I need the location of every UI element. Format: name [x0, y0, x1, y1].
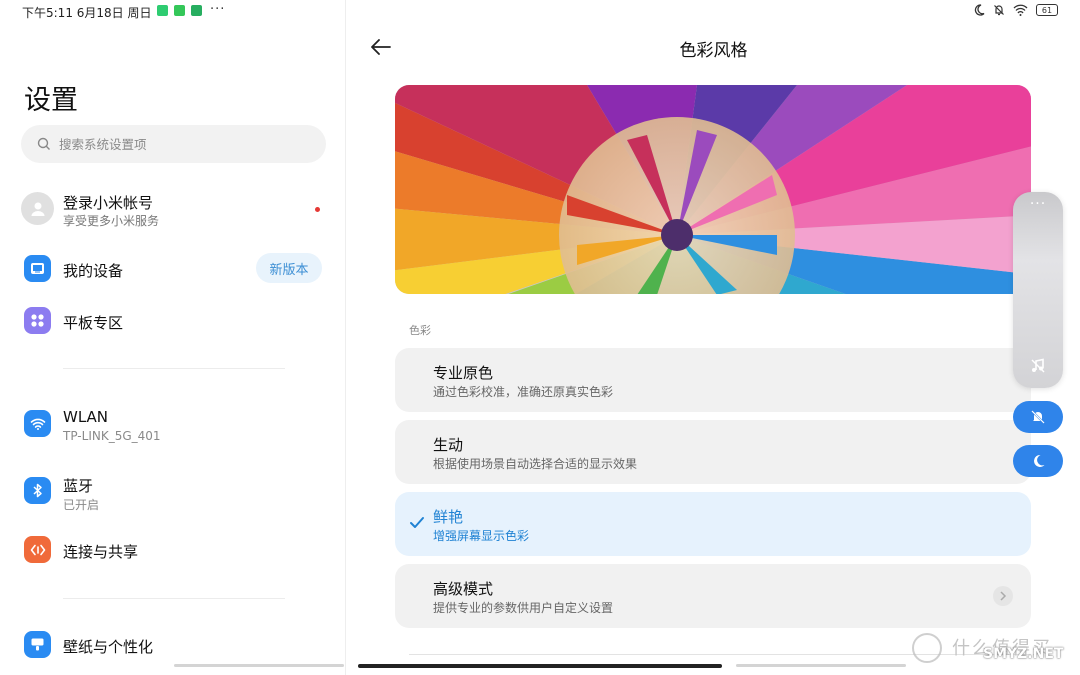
chevron-right-icon	[993, 586, 1013, 606]
sidebar-item-subtitle: TP-LINK_5G_401	[63, 429, 161, 443]
color-option-advanced[interactable]: 高级模式 提供专业的参数供用户自定义设置	[395, 564, 1031, 628]
sidebar-item-label: 蓝牙	[63, 477, 94, 495]
sidebar-item-label: 我的设备	[63, 262, 124, 280]
home-indicator-right	[736, 664, 906, 667]
color-style-panel: 色彩风格 色彩 专业原色 通过色彩校准，准确还原真实色彩 生动 根据使用场景自动…	[347, 0, 1080, 675]
watermark-site: SMYZ.NET	[983, 646, 1064, 662]
avatar	[21, 192, 54, 225]
checkmark-icon	[410, 517, 424, 528]
wifi-icon	[24, 410, 51, 437]
user-icon	[31, 202, 44, 216]
wallpaper-icon	[24, 631, 51, 658]
sidebar-item-tablet-zone[interactable]: 平板专区	[21, 301, 326, 341]
sidebar-item-connection-sharing[interactable]: 连接与共享	[21, 530, 326, 570]
watermark-logo	[912, 633, 942, 663]
option-title: 生动	[433, 436, 464, 454]
search-input[interactable]	[59, 136, 279, 152]
dark-mode-toggle-button[interactable]	[1013, 445, 1063, 477]
account-subtitle: 享受更多小米服务	[63, 214, 160, 228]
option-subtitle: 增强屏幕显示色彩	[433, 529, 530, 543]
home-indicator[interactable]	[358, 664, 722, 668]
option-title: 高级模式	[433, 580, 494, 598]
sidebar-item-label: 平板专区	[63, 314, 124, 332]
account-title: 登录小米帐号	[63, 194, 154, 212]
grid-icon	[24, 307, 51, 334]
home-indicator-left	[174, 664, 344, 667]
option-title: 鲜艳	[433, 508, 464, 526]
sidebar-item-label: 连接与共享	[63, 543, 139, 561]
divider	[63, 368, 285, 369]
notification-dot	[315, 207, 320, 212]
option-subtitle: 根据使用场景自动选择合适的显示效果	[433, 457, 638, 471]
color-option-vivid[interactable]: 生动 根据使用场景自动选择合适的显示效果	[395, 420, 1031, 484]
share-icon	[24, 536, 51, 563]
color-pencils-banner	[395, 85, 1031, 294]
sidebar-item-label: 壁纸与个性化	[63, 638, 154, 656]
moon-icon	[1034, 454, 1045, 467]
account-login-item[interactable]: 登录小米帐号 享受更多小米服务	[21, 190, 326, 230]
search-icon	[37, 137, 50, 150]
music-off-icon	[1031, 358, 1045, 373]
section-label-color: 色彩	[409, 324, 431, 337]
settings-sidebar: 设置 登录小米帐号 享受更多小米服务 我的设备 新版本 平板专区 WLAN TP…	[0, 0, 346, 675]
option-subtitle: 提供专业的参数供用户自定义设置	[433, 601, 614, 615]
mute-toggle-button[interactable]	[1013, 401, 1063, 433]
bluetooth-icon	[24, 477, 51, 504]
page-title: 设置	[24, 85, 78, 116]
sidebar-item-bluetooth[interactable]: 蓝牙 已开启	[21, 471, 326, 512]
sidebar-item-subtitle: 已开启	[63, 498, 100, 512]
search-box[interactable]	[21, 125, 326, 163]
color-option-saturated[interactable]: 鲜艳 增强屏幕显示色彩	[395, 492, 1031, 556]
more-icon[interactable]: ···	[1013, 196, 1063, 212]
bell-off-icon	[1031, 410, 1045, 424]
color-option-pro[interactable]: 专业原色 通过色彩校准，准确还原真实色彩	[395, 348, 1031, 412]
panel-title: 色彩风格	[679, 41, 748, 61]
sidebar-item-my-device[interactable]: 我的设备 新版本	[21, 249, 326, 289]
new-version-badge[interactable]: 新版本	[256, 253, 322, 283]
sidebar-item-label: WLAN	[63, 408, 109, 426]
device-icon	[24, 255, 51, 282]
sidebar-item-wallpaper[interactable]: 壁纸与个性化	[21, 625, 326, 665]
divider	[63, 598, 285, 599]
option-title: 专业原色	[433, 364, 494, 382]
option-subtitle: 通过色彩校准，准确还原真实色彩	[433, 385, 614, 399]
sidebar-item-wlan[interactable]: WLAN TP-LINK_5G_401	[21, 404, 326, 444]
volume-slider-panel[interactable]: ···	[1013, 192, 1063, 388]
